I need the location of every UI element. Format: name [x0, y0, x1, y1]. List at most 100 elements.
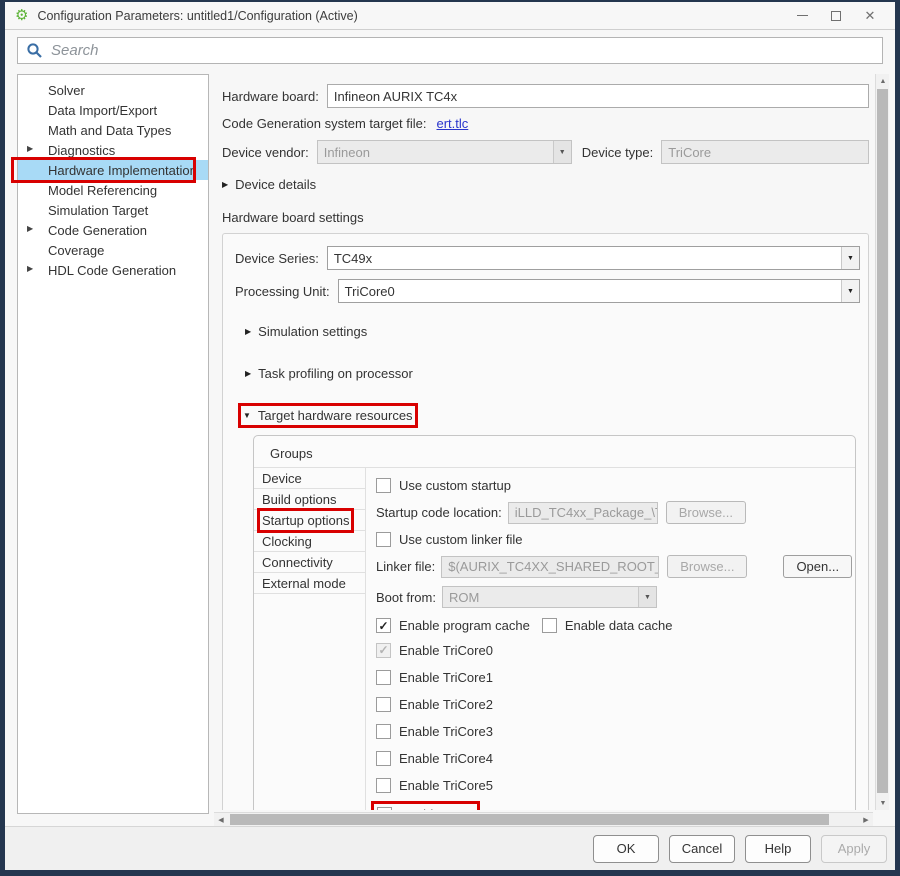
linker-file-row: Linker file: $(AURIX_TC4XX_SHARED_ROOT_I… [376, 555, 852, 578]
device-details-row: ▶ Device details [222, 174, 869, 192]
tab-device[interactable]: Device [254, 468, 365, 489]
maximize-button[interactable] [819, 4, 853, 28]
enable-ppu-checkbox[interactable] [377, 807, 392, 811]
footer-button-bar: OK Cancel Help Apply [5, 826, 895, 870]
target-file-row: Code Generation system target file: ert.… [222, 116, 869, 131]
scroll-down-icon[interactable]: ▼ [876, 796, 890, 810]
device-details-expander[interactable]: ▶ Device details [222, 177, 316, 192]
horizontal-scrollbar[interactable]: ◀ ▶ [214, 812, 873, 826]
enable-tricore2-row: Enable TriCore2 [376, 694, 852, 714]
dialog-body: Solver Data Import/Export Math and Data … [5, 70, 895, 826]
tab-build-options[interactable]: Build options [254, 489, 365, 510]
sidebar-item-solver[interactable]: Solver [18, 80, 208, 100]
vertical-scrollbar[interactable]: ▲ ▼ [875, 74, 889, 810]
device-series-row: Device Series: TC49x ▼ [235, 246, 860, 270]
task-profiling-row: ▶ Task profiling on processor [235, 363, 860, 381]
use-custom-startup-checkbox[interactable] [376, 478, 391, 493]
device-type-field: TriCore [661, 140, 869, 164]
enable-tricore5-checkbox[interactable] [376, 778, 391, 793]
chevron-down-icon: ▼ [638, 587, 656, 607]
collapsed-arrow-icon: ▶ [245, 369, 251, 378]
search-box[interactable] [17, 37, 883, 64]
search-input[interactable] [51, 42, 874, 59]
enable-ppu-group: Enable PPU [376, 806, 475, 811]
sidebar-item-model-referencing[interactable]: Model Referencing [18, 180, 208, 200]
enable-program-cache-checkbox[interactable] [376, 618, 391, 633]
enable-data-cache-checkbox[interactable] [542, 618, 557, 633]
enable-tricore1-row: Enable TriCore1 [376, 667, 852, 687]
tab-external-mode[interactable]: External mode [254, 573, 365, 594]
simulation-settings-row: ▶ Simulation settings [235, 321, 860, 339]
sidebar-item-hardware-implementation[interactable]: Hardware Implementation [18, 160, 208, 180]
cancel-button[interactable]: Cancel [669, 835, 735, 863]
enable-tricore3-checkbox[interactable] [376, 724, 391, 739]
enable-tricore3-row: Enable TriCore3 [376, 721, 852, 741]
task-profiling-expander[interactable]: ▶ Task profiling on processor [245, 366, 413, 381]
expand-arrow-icon[interactable]: ▶ [27, 144, 33, 153]
tab-startup-options[interactable]: Startup options [254, 510, 365, 531]
linker-open-button[interactable]: Open... [783, 555, 852, 578]
enable-tricore2-checkbox[interactable] [376, 697, 391, 712]
main-panel: Hardware board: Infineon AURIX TC4x Code… [214, 74, 889, 826]
device-series-label: Device Series: [235, 251, 319, 266]
enable-tricore4-checkbox[interactable] [376, 751, 391, 766]
ok-button[interactable]: OK [593, 835, 659, 863]
startup-options-content: Use custom startup Startup code location… [366, 468, 862, 810]
hardware-board-field[interactable]: Infineon AURIX TC4x [327, 84, 869, 108]
groups-tab-list: Device Build options Startup options Clo… [254, 468, 366, 810]
simulink-gear-icon: ⚙ [15, 8, 28, 23]
sidebar-item-coverage[interactable]: Coverage [18, 240, 208, 260]
title-bar: ⚙ Configuration Parameters: untitled1/Co… [5, 2, 895, 30]
horizontal-scrollbar-thumb[interactable] [230, 814, 829, 825]
hardware-board-settings-title: Hardware board settings [222, 210, 869, 225]
processing-unit-dropdown[interactable]: TriCore0 ▼ [338, 279, 860, 303]
enable-tricore1-checkbox[interactable] [376, 670, 391, 685]
sidebar-item-hdl-code-generation[interactable]: ▶HDL Code Generation [18, 260, 208, 280]
scroll-up-icon[interactable]: ▲ [876, 74, 890, 88]
sidebar-item-code-generation[interactable]: ▶Code Generation [18, 220, 208, 240]
tab-connectivity[interactable]: Connectivity [254, 552, 365, 573]
use-custom-linker-checkbox[interactable] [376, 532, 391, 547]
processing-unit-row: Processing Unit: TriCore0 ▼ [235, 279, 860, 303]
enable-tricore5-row: Enable TriCore5 [376, 775, 852, 795]
ert-tlc-link[interactable]: ert.tlc [437, 116, 469, 131]
device-series-dropdown[interactable]: TC49x ▼ [327, 246, 860, 270]
help-button[interactable]: Help [745, 835, 811, 863]
apply-button: Apply [821, 835, 887, 863]
use-custom-startup-row: Use custom startup [376, 478, 852, 493]
main-scroll-area: Hardware board: Infineon AURIX TC4x Code… [214, 74, 873, 810]
startup-code-location-row: Startup code location: iLLD_TC4xx_Packag… [376, 501, 852, 524]
sidebar-item-simulation-target[interactable]: Simulation Target [18, 200, 208, 220]
tab-clocking[interactable]: Clocking [254, 531, 365, 552]
use-custom-linker-row: Use custom linker file [376, 532, 852, 547]
sidebar-item-diagnostics[interactable]: ▶Diagnostics [18, 140, 208, 160]
groups-panel: Groups Device Build options Startup opti… [253, 435, 856, 810]
target-hw-resources-row: ▼ Target hardware resources [235, 405, 860, 423]
expand-arrow-icon[interactable]: ▶ [27, 264, 33, 273]
category-sidebar: Solver Data Import/Export Math and Data … [17, 74, 209, 814]
device-vendor-dropdown[interactable]: Infineon ▼ [317, 140, 572, 164]
startup-code-location-label: Startup code location: [376, 505, 502, 520]
scroll-right-icon[interactable]: ▶ [859, 813, 873, 826]
search-row [5, 30, 895, 70]
cache-row: Enable program cache Enable data cache [376, 618, 852, 633]
sidebar-item-math-and-data-types[interactable]: Math and Data Types [18, 120, 208, 140]
configuration-parameters-dialog: ⚙ Configuration Parameters: untitled1/Co… [5, 2, 895, 870]
enable-ppu-row: Enable PPU [376, 802, 852, 810]
window-title: Configuration Parameters: untitled1/Conf… [37, 9, 785, 23]
processing-unit-label: Processing Unit: [235, 284, 330, 299]
sidebar-item-data-import-export[interactable]: Data Import/Export [18, 100, 208, 120]
search-icon [26, 42, 43, 59]
target-file-label: Code Generation system target file: [222, 116, 427, 131]
target-hw-resources-expander[interactable]: ▼ Target hardware resources [243, 408, 413, 423]
collapsed-arrow-icon: ▶ [222, 180, 228, 189]
enable-tricore0-row: Enable TriCore0 [376, 640, 852, 660]
chevron-down-icon: ▼ [841, 247, 859, 269]
scroll-left-icon[interactable]: ◀ [214, 813, 228, 826]
minimize-button[interactable] [785, 4, 819, 28]
expand-arrow-icon[interactable]: ▶ [27, 224, 33, 233]
simulation-settings-expander[interactable]: ▶ Simulation settings [245, 324, 367, 339]
close-button[interactable]: ✕ [853, 4, 887, 28]
vertical-scrollbar-thumb[interactable] [877, 89, 888, 793]
window-frame: ⚙ Configuration Parameters: untitled1/Co… [0, 0, 900, 876]
